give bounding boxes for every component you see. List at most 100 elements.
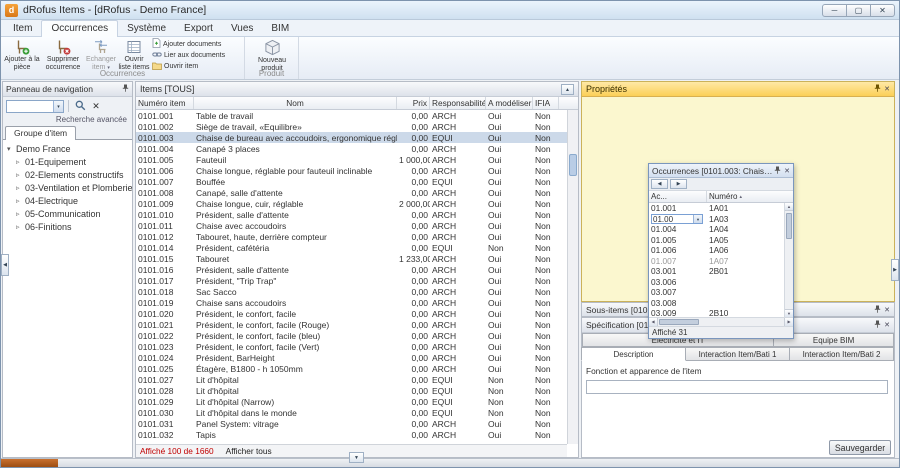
next-record-button[interactable]: ▶ (670, 179, 687, 189)
table-row[interactable]: 0101.032 Tapis 0,00 ARCH Oui Non (136, 429, 567, 440)
table-row[interactable]: 0101.020 Président, le confort, facile 0… (136, 308, 567, 319)
save-button[interactable]: Sauvegarder (829, 440, 891, 455)
table-row[interactable]: 0101.009 Chaise longue, cuir, réglable 2… (136, 198, 567, 209)
items-scrollbar[interactable] (567, 110, 578, 444)
column-header-responsabilite[interactable]: Responsabilité (430, 97, 486, 109)
occurrence-row[interactable]: 01.005 01.005 ▾ 1A05 (649, 235, 784, 246)
pin-icon[interactable] (874, 320, 881, 330)
add-documents-button[interactable]: Ajouter documents (152, 39, 242, 49)
tree-node[interactable]: ▹ 02-Elements constructifs (3, 168, 132, 181)
column-header-nom[interactable]: Nom (194, 97, 397, 109)
close-popup-icon[interactable]: ✕ (784, 167, 790, 175)
occurrence-row[interactable]: 01.007 01.007 ▾ 1A07 (649, 256, 784, 267)
table-row[interactable]: 0101.025 Étagère, B1800 - h 1050mm 0,00 … (136, 363, 567, 374)
column-header-ifia[interactable]: IFIA (533, 97, 559, 109)
tab-groupe-item[interactable]: Groupe d'item (5, 126, 76, 140)
expander-icon[interactable]: ▹ (16, 197, 25, 205)
table-row[interactable]: 0101.014 Président, cafétéria 0,00 EQUI … (136, 242, 567, 253)
collapse-up-icon[interactable]: ▲ (561, 84, 574, 95)
pin-icon[interactable] (874, 84, 881, 94)
table-row[interactable]: 0101.008 Canapé, salle d'attente 0,00 AR… (136, 187, 567, 198)
table-row[interactable]: 0101.012 Tabouret, haute, derrière compt… (136, 231, 567, 242)
occurrence-row[interactable]: 03.008 03.008 ▾ (649, 298, 784, 309)
expander-icon[interactable]: ▹ (16, 184, 25, 192)
tree-node[interactable]: ▹ 06-Finitions (3, 220, 132, 233)
ribbon-tab[interactable]: Système (118, 21, 175, 36)
show-all-link[interactable]: Afficher tous (226, 446, 272, 456)
expander-icon[interactable]: ▾ (7, 145, 16, 153)
activite-combobox[interactable]: 01.00 ▾ (651, 214, 703, 224)
table-row[interactable]: 0101.006 Chaise longue, réglable pour fa… (136, 165, 567, 176)
advanced-search-link[interactable]: Recherche avancée (3, 115, 132, 126)
new-product-button[interactable]: Nouveau produit (248, 38, 296, 71)
table-row[interactable]: 0101.023 Président, le confort, facile (… (136, 341, 567, 352)
table-row[interactable]: 0101.007 Bouffée 0,00 EQUI Oui Non (136, 176, 567, 187)
clear-search-button[interactable]: ✕ (89, 100, 103, 113)
collapse-right-panel-button[interactable]: ▶ (891, 259, 899, 281)
table-row[interactable]: 0101.024 Président, BarHeight 0,00 ARCH … (136, 352, 567, 363)
chevron-down-icon[interactable]: ▾ (53, 101, 63, 112)
occurrence-row[interactable]: 01.00 01.00 ▾ 1A03 (649, 214, 784, 225)
table-row[interactable]: 0101.015 Tabouret 1 233,00 ARCH Oui Non (136, 253, 567, 264)
minimize-button[interactable]: ─ (822, 4, 847, 17)
ribbon-tab[interactable]: BIM (262, 21, 298, 36)
specification-tab[interactable]: Interaction Item/Bati 1 (685, 347, 790, 361)
table-row[interactable]: 0101.005 Fauteuil 1 000,00 ARCH Oui Non (136, 154, 567, 165)
close-window-button[interactable]: ✕ (870, 4, 895, 17)
table-row[interactable]: 0101.031 Panel System: vitrage 0,00 ARCH… (136, 418, 567, 429)
column-header-numero[interactable]: Numéro item (136, 97, 194, 109)
maximize-button[interactable]: ▢ (846, 4, 871, 17)
occurrence-row[interactable]: 03.009 03.009 ▾ 2B10 (649, 308, 784, 317)
occurrence-row[interactable]: 03.006 03.006 ▾ (649, 277, 784, 288)
tree-node[interactable]: ▹ 04-Electrique (3, 194, 132, 207)
search-input[interactable] (7, 101, 53, 112)
pin-icon[interactable] (874, 305, 881, 315)
tree-node[interactable]: ▹ 03-Ventilation et Plomberie (3, 181, 132, 194)
specification-tab[interactable]: Description (581, 347, 686, 361)
occurrences-vertical-scrollbar[interactable]: ▲ ▼ (784, 203, 793, 317)
ribbon-tab[interactable]: Occurrences (41, 20, 118, 37)
previous-record-button[interactable]: ◀ (651, 179, 668, 189)
table-row[interactable]: 0101.016 Président, salle d'attente 0,00… (136, 264, 567, 275)
scrollbar-thumb[interactable] (659, 319, 699, 325)
scroll-right-icon[interactable]: ▶ (784, 318, 793, 326)
pin-icon[interactable] (774, 166, 781, 176)
collapse-bottom-panel-button[interactable]: ▼ (349, 452, 364, 463)
add-to-room-button[interactable]: Ajouter à la pièce (3, 38, 41, 71)
expander-icon[interactable]: ▹ (16, 223, 25, 231)
expander-icon[interactable]: ▹ (16, 171, 25, 179)
table-row[interactable]: 0101.019 Chaise sans accoudoirs 0,00 ARC… (136, 297, 567, 308)
close-panel-icon[interactable]: ✕ (884, 321, 890, 329)
scroll-left-icon[interactable]: ◀ (649, 318, 658, 326)
function-appearance-input[interactable] (586, 380, 888, 394)
occurrence-row[interactable]: 01.001 01.001 ▾ 1A01 (649, 203, 784, 214)
table-row[interactable]: 0101.001 Table de travail 0,00 ARCH Oui … (136, 110, 567, 121)
table-row[interactable]: 0101.021 Président, le confort, facile (… (136, 319, 567, 330)
pin-icon[interactable] (122, 84, 129, 94)
expander-icon[interactable]: ▹ (16, 210, 25, 218)
scroll-down-icon[interactable]: ▼ (785, 309, 793, 317)
table-row[interactable]: 0101.017 Président, "Trip Trap" 0,00 ARC… (136, 275, 567, 286)
ribbon-tab[interactable]: Export (175, 21, 222, 36)
table-row[interactable]: 0101.002 Siège de travail, «Equilibre» 0… (136, 121, 567, 132)
expander-icon[interactable]: ▹ (16, 158, 25, 166)
occurrence-row[interactable]: 01.004 01.004 ▾ 1A04 (649, 224, 784, 235)
tree-node[interactable]: ▹ 01-Equipement (3, 155, 132, 168)
scroll-up-icon[interactable]: ▲ (785, 203, 793, 211)
search-button[interactable] (73, 100, 87, 113)
occurrences-horizontal-scrollbar[interactable]: ◀ ▶ (649, 317, 793, 326)
table-row[interactable]: 0101.022 Président, le confort, facile (… (136, 330, 567, 341)
table-row[interactable]: 0101.010 Président, salle d'attente 0,00… (136, 209, 567, 220)
link-documents-button[interactable]: Lier aux documents (152, 50, 242, 60)
collapse-left-panel-button[interactable]: ◀ (1, 254, 9, 276)
table-row[interactable]: 0101.028 Lit d'hôpital 0,00 EQUI Non Non (136, 385, 567, 396)
table-row[interactable]: 0101.003 Chaise de bureau avec accoudoir… (136, 132, 567, 143)
column-header-a-modeliser[interactable]: A modéliser (486, 97, 533, 109)
table-row[interactable]: 0101.027 Lit d'hôpital 0,00 EQUI Non Non (136, 374, 567, 385)
column-header-prix[interactable]: Prix (397, 97, 430, 109)
table-row[interactable]: 0101.029 Lit d'hôpital (Narrow) 0,00 EQU… (136, 396, 567, 407)
specification-tab[interactable]: Interaction Item/Bati 2 (789, 347, 894, 361)
table-row[interactable]: 0101.004 Canapé 3 places 0,00 ARCH Oui N… (136, 143, 567, 154)
close-panel-icon[interactable]: ✕ (884, 306, 890, 314)
chevron-down-icon[interactable]: ▾ (693, 215, 702, 223)
